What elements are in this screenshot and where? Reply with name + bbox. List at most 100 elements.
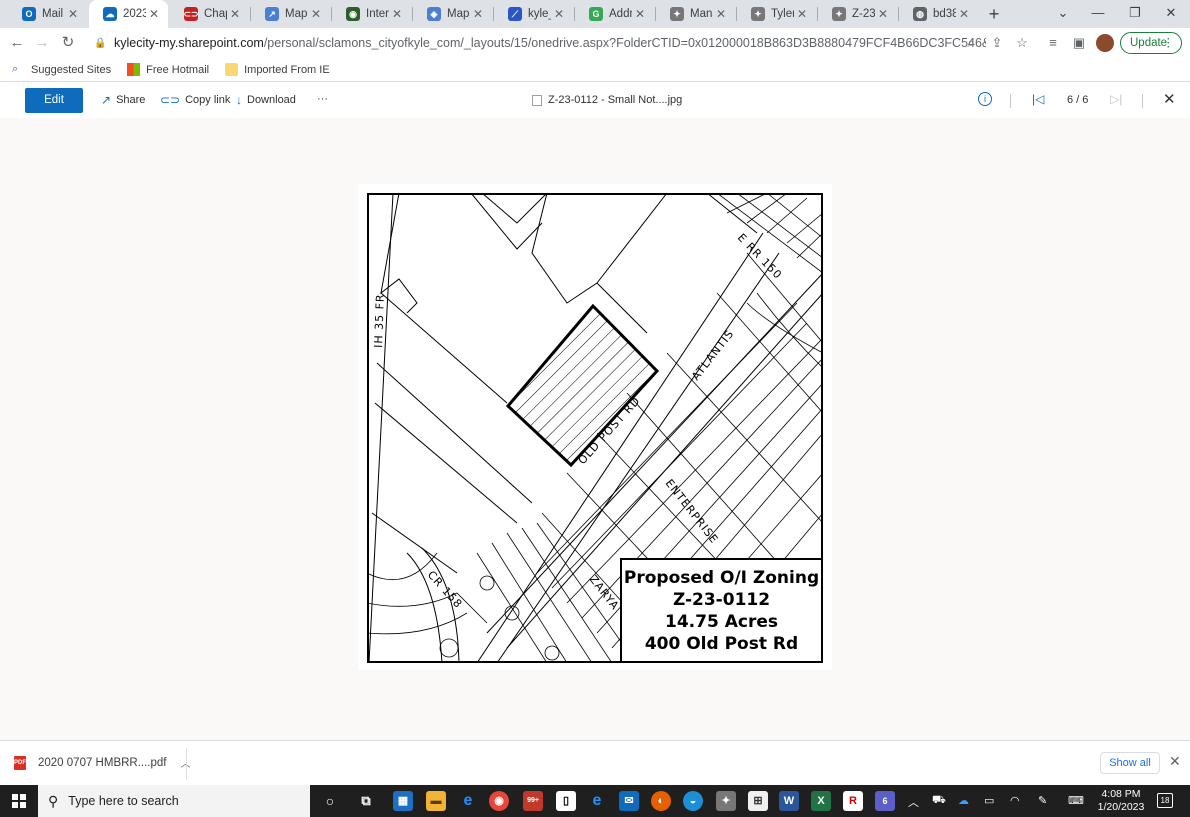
info-icon[interactable]: i: [978, 92, 992, 106]
close-window-button[interactable]: ✕: [1153, 0, 1189, 28]
start-button[interactable]: [12, 794, 26, 808]
tab-separator: [898, 7, 899, 21]
pen-icon[interactable]: ✎: [1038, 794, 1047, 807]
mail-icon[interactable]: ✉: [619, 791, 639, 811]
tab-close-icon[interactable]: ✕: [308, 7, 324, 21]
tab-label: kyle_zc: [528, 8, 551, 20]
minimize-button[interactable]: —: [1080, 0, 1116, 28]
file-explorer-icon[interactable]: ▬: [426, 791, 446, 811]
browser-tab[interactable]: ◍ bd388:✕: [899, 0, 978, 28]
browser-tab[interactable]: O Mail - V✕: [8, 0, 87, 28]
browser-tab[interactable]: ↗ MapBr✕: [251, 0, 330, 28]
reload-icon[interactable]: ↻: [58, 33, 78, 53]
browser-tab[interactable]: ☁ 2023 -✕: [89, 0, 168, 28]
tab-label: Tyler Sc: [771, 8, 794, 20]
bookmark-free-hotmail[interactable]: Free Hotmail: [127, 63, 209, 76]
zoning-map-image[interactable]: IH 35 FR E RR 150 ATLANTIS OLD POST RD E…: [358, 184, 832, 670]
new-tab-button[interactable]: +: [984, 4, 1004, 24]
browser-tab[interactable]: ⊂⊃ Chapte✕: [170, 0, 249, 28]
word-icon[interactable]: W: [779, 791, 799, 811]
bookmark-imported-from-ie[interactable]: Imported From IE: [225, 63, 330, 76]
copy-link-button[interactable]: ⊂⊃ Copy link: [160, 93, 230, 107]
taskbar-search[interactable]: ⚲ Type here to search: [38, 785, 310, 817]
more-menu-icon[interactable]: ⋮: [1163, 33, 1175, 53]
chevron-up-icon[interactable]: ︿: [908, 794, 919, 810]
first-page-icon[interactable]: |◁: [1032, 92, 1044, 106]
more-actions-button[interactable]: ···: [317, 93, 328, 105]
bookmark-star-icon[interactable]: ☆: [1013, 34, 1031, 52]
download-item[interactable]: PDF 2020 0707 HMBRR....pdf ︿: [14, 755, 191, 770]
taskbar-clock[interactable]: 4:08 PM 1/20/2023: [1094, 788, 1148, 814]
store-icon[interactable]: ⊞: [748, 791, 768, 811]
teams-icon[interactable]: 6: [875, 791, 895, 811]
browser-tab[interactable]: ✦ Tyler Sc✕: [737, 0, 816, 28]
tab-close-icon[interactable]: ✕: [65, 7, 81, 21]
app-icon[interactable]: ▦: [393, 791, 413, 811]
search-placeholder: Type here to search: [68, 794, 179, 808]
battery-icon[interactable]: ▭: [984, 794, 994, 807]
zoom-icon[interactable]: ⌕: [962, 34, 980, 52]
profile-avatar[interactable]: [1096, 34, 1114, 52]
edit-button[interactable]: Edit: [25, 88, 83, 113]
internet-explorer-icon[interactable]: e: [587, 791, 607, 811]
edge-legacy-icon[interactable]: e: [458, 791, 478, 811]
task-view-icon[interactable]: ⧉: [356, 791, 376, 811]
share-button[interactable]: ↗ Share: [101, 93, 145, 107]
browser-tab[interactable]: ✦ Z-23-0✕: [818, 0, 897, 28]
mail-app-icon[interactable]: 99+: [523, 791, 543, 811]
wifi-icon[interactable]: ◠: [1010, 794, 1020, 807]
address-bar[interactable]: 🔒 kylecity-my.sharepoint.com/personal/sc…: [86, 31, 986, 55]
tab-close-icon[interactable]: ✕: [632, 7, 648, 21]
update-button[interactable]: Update ⋮: [1120, 32, 1182, 54]
tab-close-icon[interactable]: ✕: [146, 7, 162, 21]
forward-arrow-icon[interactable]: →: [32, 33, 52, 53]
tab-label: Addres: [609, 8, 632, 20]
chrome-icon[interactable]: ◉: [489, 791, 509, 811]
tab-close-icon[interactable]: ✕: [794, 7, 810, 21]
app-icon[interactable]: ✦: [716, 791, 736, 811]
close-shelf-icon[interactable]: ✕: [1169, 753, 1181, 770]
show-all-button[interactable]: Show all: [1100, 752, 1160, 774]
onedrive-icon[interactable]: ☁: [958, 794, 969, 807]
app-icon[interactable]: R: [843, 791, 863, 811]
browser-tab[interactable]: ✦ Manag✕: [656, 0, 735, 28]
browser-tab[interactable]: ⟋ kyle_zc✕: [494, 0, 573, 28]
windows-taskbar: ⚲ Type here to search ○ ⧉ ▦ ▬ e ◉ 99+ ▯ …: [0, 785, 1190, 817]
cortana-icon[interactable]: ○: [320, 791, 340, 811]
browser-tab[interactable]: ◈ Maps |✕: [413, 0, 492, 28]
side-panel-icon[interactable]: ▣: [1070, 34, 1088, 52]
image-file-icon: [532, 94, 542, 106]
back-arrow-icon[interactable]: ←: [7, 33, 27, 53]
tab-close-icon[interactable]: ✕: [875, 7, 891, 21]
browser-tab[interactable]: G Addres✕: [575, 0, 654, 28]
search-icon: ⌕: [12, 63, 19, 75]
tab-close-icon[interactable]: ✕: [713, 7, 729, 21]
browser-tab[interactable]: ◉ Interac✕: [332, 0, 411, 28]
download-button[interactable]: ↓ Download: [236, 93, 296, 107]
bookmark-suggested-sites[interactable]: ⌕ Suggested Sites: [12, 63, 111, 76]
notification-center-icon[interactable]: 18: [1157, 793, 1173, 808]
tab-close-icon[interactable]: ✕: [389, 7, 405, 21]
reading-list-icon[interactable]: ≡: [1044, 34, 1062, 52]
firefox-icon[interactable]: ◐: [651, 791, 671, 811]
excel-icon[interactable]: X: [811, 791, 831, 811]
keyboard-icon[interactable]: ⌨: [1068, 794, 1084, 807]
clock-date: 1/20/2023: [1097, 801, 1145, 813]
tab-separator: [736, 7, 737, 21]
tab-search-icon[interactable]: ⌄: [1045, 0, 1081, 28]
tab-separator: [412, 7, 413, 21]
tab-close-icon[interactable]: ✕: [551, 7, 567, 21]
edge-icon[interactable]: ◒: [683, 791, 703, 811]
last-page-icon[interactable]: ▷|: [1110, 92, 1122, 106]
tab-close-icon[interactable]: ✕: [227, 7, 243, 21]
restore-button[interactable]: ❐: [1117, 0, 1153, 28]
tab-close-icon[interactable]: ✕: [470, 7, 486, 21]
tab-close-icon[interactable]: ✕: [956, 7, 972, 21]
legend-title: Proposed O/I Zoning: [623, 567, 820, 588]
tray-app-icon[interactable]: ⛟: [932, 794, 946, 808]
tab-favicon-icon: ↗: [265, 7, 279, 21]
share-page-icon[interactable]: ⇪: [988, 34, 1006, 52]
image-viewer: IH 35 FR E RR 150 ATLANTIS OLD POST RD E…: [0, 118, 1190, 740]
close-viewer-icon[interactable]: ✕: [1163, 90, 1176, 108]
document-icon[interactable]: ▯: [556, 791, 576, 811]
